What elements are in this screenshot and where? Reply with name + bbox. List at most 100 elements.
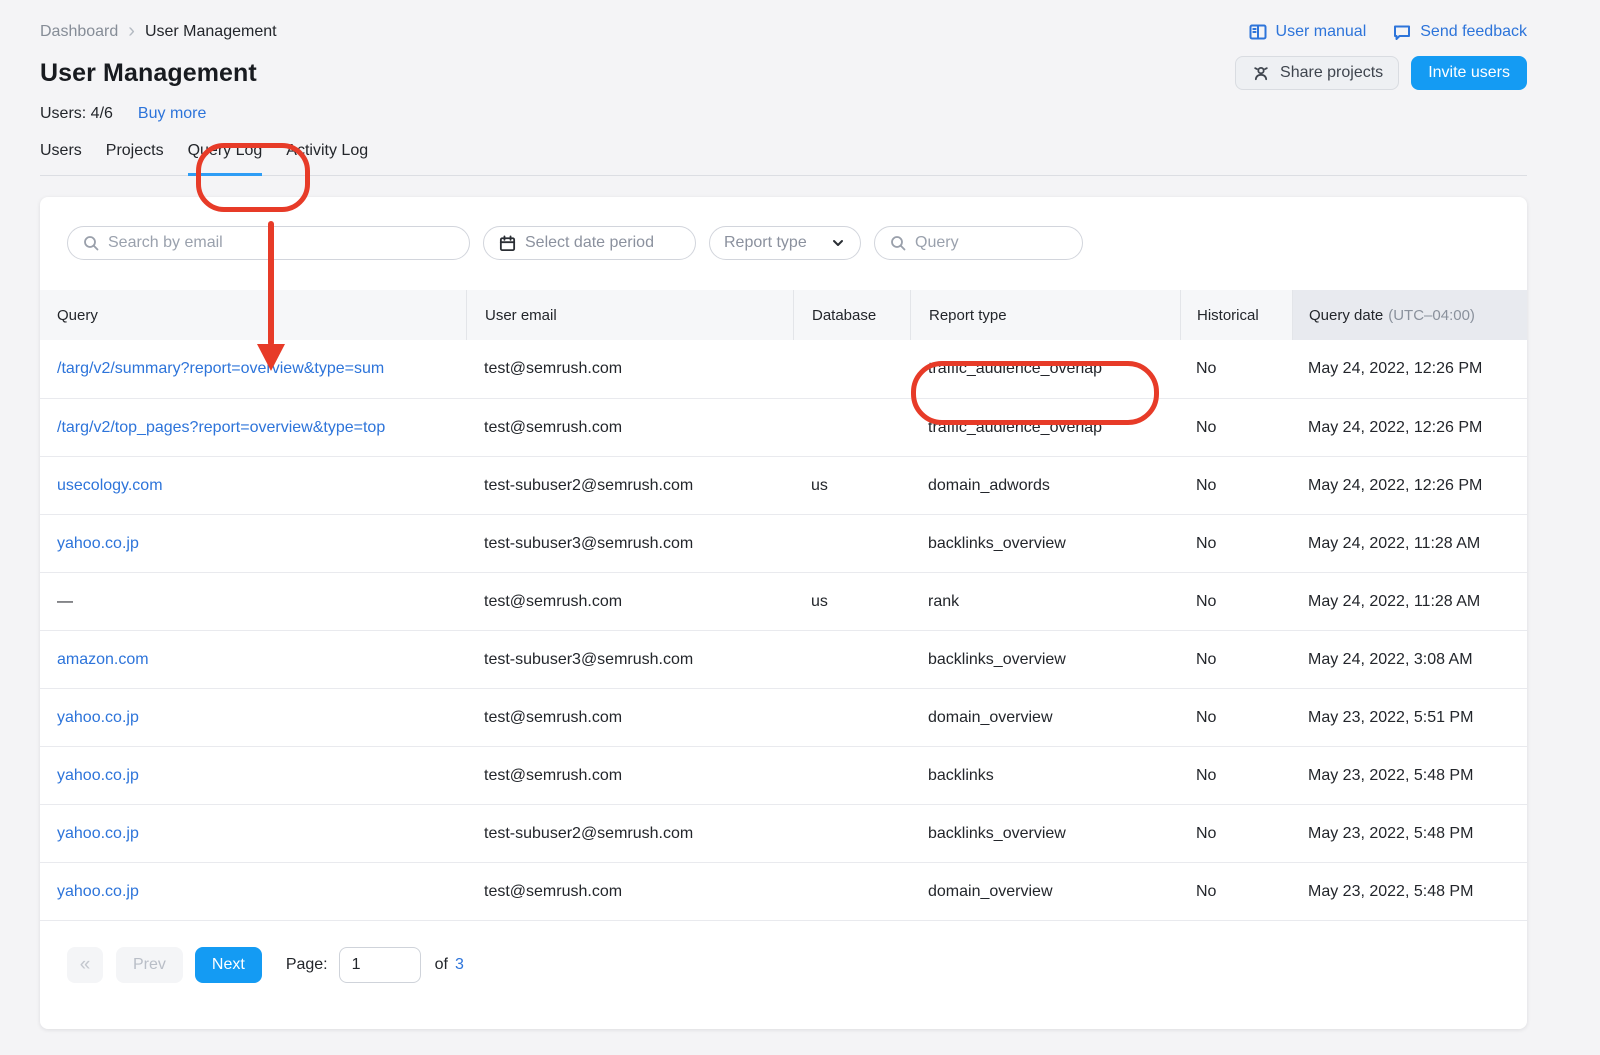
table-header-row: Query User email Database Report type Hi… (40, 290, 1527, 340)
query-filter-field[interactable] (874, 226, 1083, 260)
chevron-right-icon: › (128, 23, 135, 39)
query-cell-text[interactable]: /targ/v2/summary?report=overview&type=su… (57, 360, 384, 378)
historical-cell: No (1180, 805, 1292, 862)
table-row[interactable]: /targ/v2/top_pages?report=overview&type=… (40, 398, 1527, 456)
database-cell (793, 515, 910, 572)
top-bar: Dashboard › User Management User manual (40, 0, 1527, 42)
column-header-query[interactable]: Query (40, 290, 466, 340)
date-period-button[interactable]: Select date period (483, 226, 696, 260)
user-manual-label: User manual (1276, 23, 1367, 41)
search-icon (82, 234, 100, 252)
table-row[interactable]: amazon.com test-subuser3@semrush.com bac… (40, 630, 1527, 688)
page-label: Page: (286, 956, 328, 974)
historical-cell: No (1180, 340, 1292, 398)
historical-cell: No (1180, 457, 1292, 514)
table-row[interactable]: yahoo.co.jp test@semrush.com backlinks N… (40, 746, 1527, 804)
prev-page-button[interactable]: Prev (116, 947, 183, 983)
table-row[interactable]: yahoo.co.jp test-subuser2@semrush.com ba… (40, 804, 1527, 862)
user-email-cell: test-subuser3@semrush.com (466, 631, 793, 688)
breadcrumb-dashboard-link[interactable]: Dashboard (40, 23, 118, 41)
breadcrumb-current: User Management (145, 23, 277, 41)
historical-cell: No (1180, 747, 1292, 804)
query-cell-text[interactable]: yahoo.co.jp (57, 535, 139, 553)
database-cell (793, 863, 910, 920)
query-cell-text[interactable]: usecology.com (57, 477, 163, 495)
column-header-report-type[interactable]: Report type (910, 290, 1180, 340)
first-page-button[interactable]: « (67, 947, 103, 983)
filter-bar: Select date period Report type (40, 197, 1527, 290)
column-header-query-date[interactable]: Query date (UTC–04:00) (1292, 290, 1527, 340)
invite-users-button[interactable]: Invite users (1411, 56, 1527, 90)
query-date-cell: May 24, 2022, 3:08 AM (1292, 631, 1527, 688)
historical-cell: No (1180, 573, 1292, 630)
database-cell (793, 747, 910, 804)
column-header-database[interactable]: Database (793, 290, 910, 340)
query-date-cell: May 24, 2022, 12:26 PM (1292, 340, 1527, 398)
query-date-cell: May 23, 2022, 5:48 PM (1292, 805, 1527, 862)
table-row[interactable]: — test@semrush.com us rank No May 24, 20… (40, 572, 1527, 630)
query-cell-text[interactable]: yahoo.co.jp (57, 883, 139, 901)
query-cell-text[interactable]: yahoo.co.jp (57, 825, 139, 843)
query-cell-text[interactable]: /targ/v2/top_pages?report=overview&type=… (57, 419, 385, 437)
historical-cell: No (1180, 515, 1292, 572)
query-cell-text[interactable]: yahoo.co.jp (57, 767, 139, 785)
report-type-cell: domain_overview (910, 863, 1180, 920)
database-cell: us (793, 573, 910, 630)
share-projects-label: Share projects (1280, 64, 1383, 82)
historical-cell: No (1180, 689, 1292, 746)
historical-cell: No (1180, 399, 1292, 456)
page-total: of3 (435, 956, 464, 974)
tab-projects[interactable]: Projects (106, 142, 164, 176)
title-row: User Management Share projects Invite us… (40, 56, 1527, 90)
query-cell-text[interactable]: yahoo.co.jp (57, 709, 139, 727)
query-date-cell: May 23, 2022, 5:48 PM (1292, 863, 1527, 920)
user-email-cell: test@semrush.com (466, 340, 793, 398)
report-type-label: Report type (724, 234, 807, 252)
column-header-user-email[interactable]: User email (466, 290, 793, 340)
query-log-table: Query User email Database Report type Hi… (40, 290, 1527, 920)
user-email-cell: test@semrush.com (466, 573, 793, 630)
page-number-input[interactable] (339, 947, 421, 983)
query-date-cell: May 23, 2022, 5:51 PM (1292, 689, 1527, 746)
report-type-cell: backlinks (910, 747, 1180, 804)
page-content: Dashboard › User Management User manual (40, 0, 1527, 1029)
user-email-cell: test-subuser2@semrush.com (466, 457, 793, 514)
tab-query-log[interactable]: Query Log (188, 142, 263, 176)
tab-users[interactable]: Users (40, 142, 82, 176)
search-email-field[interactable] (67, 226, 470, 260)
report-type-cell: backlinks_overview (910, 631, 1180, 688)
table-row[interactable]: /targ/v2/summary?report=overview&type=su… (40, 340, 1527, 398)
table-row[interactable]: yahoo.co.jp test@semrush.com domain_over… (40, 688, 1527, 746)
column-header-historical[interactable]: Historical (1180, 290, 1292, 340)
report-type-dropdown[interactable]: Report type (709, 226, 861, 260)
send-feedback-link[interactable]: Send feedback (1392, 22, 1527, 42)
table-row[interactable]: usecology.com test-subuser2@semrush.com … (40, 456, 1527, 514)
buy-more-link[interactable]: Buy more (138, 105, 206, 123)
user-manual-link[interactable]: User manual (1248, 22, 1367, 42)
total-pages-link[interactable]: 3 (455, 956, 464, 973)
table-row[interactable]: yahoo.co.jp test-subuser3@semrush.com ba… (40, 514, 1527, 572)
query-date-cell: May 24, 2022, 11:28 AM (1292, 515, 1527, 572)
search-icon (889, 234, 907, 252)
people-icon (1251, 63, 1271, 83)
query-date-cell: May 23, 2022, 5:48 PM (1292, 747, 1527, 804)
users-count-row: Users: 4/6 Buy more (40, 105, 1527, 123)
report-type-cell: domain_overview (910, 689, 1180, 746)
query-date-cell: May 24, 2022, 11:28 AM (1292, 573, 1527, 630)
next-page-button[interactable]: Next (195, 947, 262, 983)
user-email-cell: test@semrush.com (466, 399, 793, 456)
search-email-input[interactable] (108, 234, 455, 252)
chevron-down-icon (830, 235, 846, 251)
database-cell (793, 631, 910, 688)
database-cell (793, 805, 910, 862)
query-filter-input[interactable] (915, 234, 1068, 252)
table-body: /targ/v2/summary?report=overview&type=su… (40, 340, 1527, 920)
report-type-cell: backlinks_overview (910, 805, 1180, 862)
query-cell-text[interactable]: amazon.com (57, 651, 149, 669)
tab-activity-log[interactable]: Activity Log (286, 142, 368, 176)
database-cell (793, 689, 910, 746)
share-projects-button[interactable]: Share projects (1235, 56, 1399, 90)
report-type-cell: backlinks_overview (910, 515, 1180, 572)
user-email-cell: test@semrush.com (466, 863, 793, 920)
table-row[interactable]: yahoo.co.jp test@semrush.com domain_over… (40, 862, 1527, 920)
